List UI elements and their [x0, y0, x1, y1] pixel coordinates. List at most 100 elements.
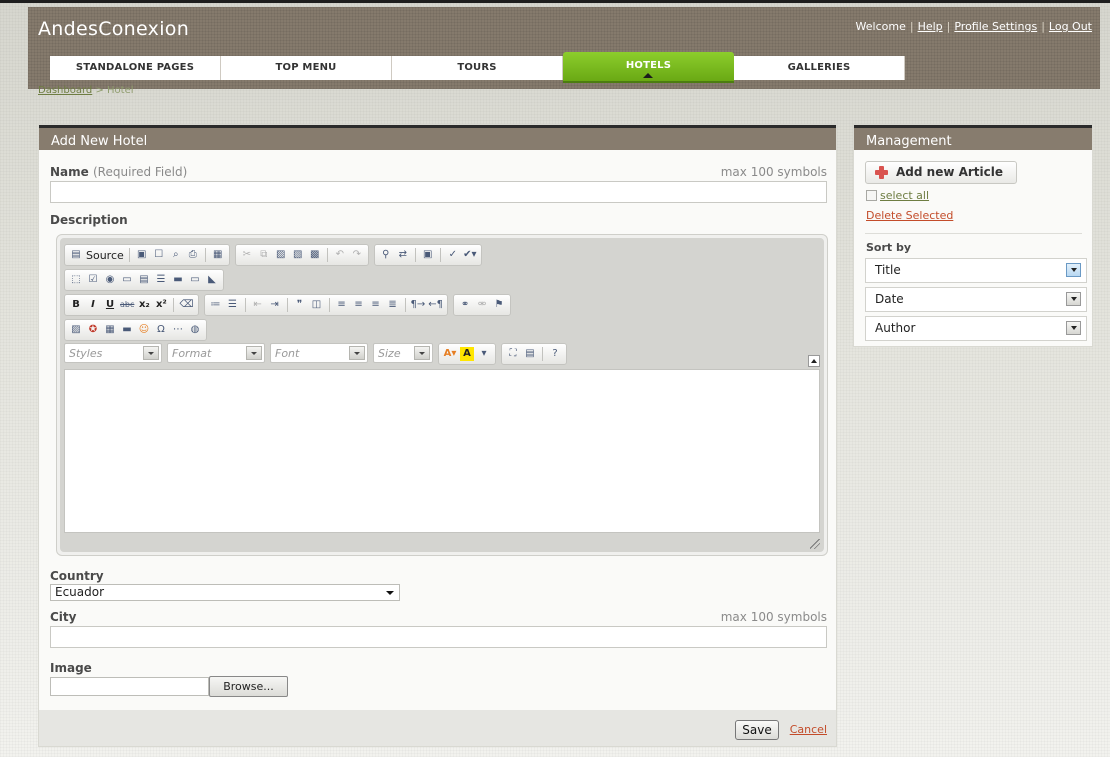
- indent-icon[interactable]: ⇥: [268, 298, 282, 312]
- paste-text-icon[interactable]: ▧: [291, 248, 305, 262]
- text-color-icon[interactable]: A▾: [443, 347, 457, 361]
- help-link[interactable]: Help: [918, 20, 943, 33]
- breadcrumb-dashboard-link[interactable]: Dashboard: [38, 85, 92, 96]
- bulleted-list-icon[interactable]: ☰: [226, 298, 240, 312]
- radio-icon[interactable]: ◉: [103, 273, 117, 287]
- italic-icon[interactable]: I: [86, 298, 100, 312]
- blockquote-icon[interactable]: ❞: [293, 298, 307, 312]
- add-article-button[interactable]: Add new Article: [865, 161, 1017, 184]
- image-icon[interactable]: ▨: [69, 323, 83, 337]
- sort-title-select[interactable]: Title: [865, 258, 1087, 283]
- spellcheck-icon[interactable]: ✓: [446, 248, 460, 262]
- smiley-icon[interactable]: ☺: [137, 323, 151, 337]
- button-field-icon[interactable]: ▬: [171, 273, 185, 287]
- replace-icon[interactable]: ⇄: [396, 248, 410, 262]
- bg-color-dropdown-icon[interactable]: ▾: [477, 347, 491, 361]
- underline-icon[interactable]: U: [103, 298, 117, 312]
- subscript-icon[interactable]: x₂: [137, 298, 151, 312]
- cut-icon[interactable]: ✂: [240, 248, 254, 262]
- select-all-link[interactable]: select all: [880, 189, 929, 202]
- table-icon[interactable]: ▦: [103, 323, 117, 337]
- page-break-icon[interactable]: ⋯: [171, 323, 185, 337]
- about-icon[interactable]: ?: [548, 347, 562, 361]
- undo-icon[interactable]: ↶: [333, 248, 347, 262]
- superscript-icon[interactable]: x²: [154, 298, 168, 312]
- maximize-icon[interactable]: ⛶: [506, 347, 520, 361]
- cancel-link[interactable]: Cancel: [790, 723, 827, 736]
- form-icon[interactable]: ⬚: [69, 273, 83, 287]
- country-select[interactable]: Ecuador: [50, 584, 400, 601]
- save-button[interactable]: Save: [735, 720, 779, 740]
- sort-option-author: Author: [875, 321, 916, 335]
- paste-word-icon[interactable]: ▩: [308, 248, 322, 262]
- select-all-checkbox[interactable]: [866, 190, 877, 201]
- image-label: Image: [50, 661, 92, 675]
- tab-standalone-pages[interactable]: STANDALONE PAGES: [50, 56, 221, 80]
- preview-icon[interactable]: ⌕: [169, 248, 183, 262]
- tab-tours[interactable]: TOURS: [392, 56, 563, 80]
- tab-top-menu[interactable]: TOP MENU: [221, 56, 392, 80]
- text-field-icon[interactable]: ▭: [120, 273, 134, 287]
- chevron-down-icon: [1066, 263, 1081, 277]
- resize-grip-icon[interactable]: [810, 539, 820, 549]
- select-field-icon[interactable]: ☰: [154, 273, 168, 287]
- app-logo[interactable]: AndesConexion: [38, 18, 189, 40]
- ltr-icon[interactable]: ¶→: [411, 298, 426, 312]
- save-doc-icon[interactable]: ▣: [135, 248, 149, 262]
- iframe-icon[interactable]: ◍: [188, 323, 202, 337]
- sort-author-select[interactable]: Author: [865, 316, 1087, 341]
- numbered-list-icon[interactable]: ≔: [209, 298, 223, 312]
- flash-icon[interactable]: ✪: [86, 323, 100, 337]
- name-input[interactable]: [50, 181, 827, 203]
- collapse-toolbar-icon[interactable]: [808, 355, 820, 367]
- image-file-input[interactable]: [50, 677, 209, 696]
- size-combo[interactable]: Size: [373, 343, 433, 363]
- browse-button[interactable]: Browse...: [209, 676, 288, 697]
- link-icon[interactable]: ⚭: [458, 298, 472, 312]
- format-combo[interactable]: Format: [167, 343, 265, 363]
- align-left-icon[interactable]: ≡: [335, 298, 349, 312]
- anchor-icon[interactable]: ⚑: [492, 298, 506, 312]
- paste-icon[interactable]: ▨: [274, 248, 288, 262]
- remove-format-icon[interactable]: ⌫: [179, 298, 193, 312]
- horizontal-rule-icon[interactable]: ▬: [120, 323, 134, 337]
- align-justify-icon[interactable]: ≣: [386, 298, 400, 312]
- new-page-icon[interactable]: ☐: [152, 248, 166, 262]
- textarea-icon[interactable]: ▤: [137, 273, 151, 287]
- print-icon[interactable]: ⎙: [186, 248, 200, 262]
- font-combo[interactable]: Font: [270, 343, 368, 363]
- sort-date-select[interactable]: Date: [865, 287, 1087, 312]
- select-all-icon[interactable]: ▣: [421, 248, 435, 262]
- find-icon[interactable]: ⚲: [379, 248, 393, 262]
- image-button-icon[interactable]: ▭: [188, 273, 202, 287]
- styles-combo[interactable]: Styles: [64, 343, 162, 363]
- align-right-icon[interactable]: ≡: [369, 298, 383, 312]
- strike-icon[interactable]: abc: [120, 298, 134, 312]
- special-char-icon[interactable]: Ω: [154, 323, 168, 337]
- tab-galleries[interactable]: GALLERIES: [734, 56, 905, 80]
- toolbar-group-clipboard: ✂ ⧉ ▨ ▧ ▩ ↶ ↷: [234, 244, 369, 266]
- profile-settings-link[interactable]: Profile Settings: [954, 20, 1037, 33]
- align-center-icon[interactable]: ≡: [352, 298, 366, 312]
- delete-selected-link[interactable]: Delete Selected: [866, 209, 953, 222]
- toolbar-group-forms: ⬚ ☑ ◉ ▭ ▤ ☰ ▬ ▭ ◣: [64, 269, 224, 291]
- unlink-icon[interactable]: ⚮: [475, 298, 489, 312]
- checkbox-icon[interactable]: ☑: [86, 273, 100, 287]
- spellcheck-as-you-type-icon[interactable]: ✔▾: [463, 248, 477, 262]
- tab-hotels[interactable]: HOTELS: [563, 52, 734, 83]
- editor-content-area[interactable]: [64, 369, 820, 533]
- hidden-field-icon[interactable]: ◣: [205, 273, 219, 287]
- bg-color-icon[interactable]: A: [460, 347, 474, 361]
- outdent-icon[interactable]: ⇤: [251, 298, 265, 312]
- source-button[interactable]: Source: [86, 249, 124, 262]
- rtl-icon[interactable]: ←¶: [428, 298, 443, 312]
- toolbar-separator: [244, 298, 246, 312]
- div-container-icon[interactable]: ◫: [310, 298, 324, 312]
- redo-icon[interactable]: ↷: [350, 248, 364, 262]
- city-input[interactable]: [50, 626, 827, 648]
- show-blocks-icon[interactable]: ▤: [523, 347, 537, 361]
- logout-link[interactable]: Log Out: [1049, 20, 1092, 33]
- bold-icon[interactable]: B: [69, 298, 83, 312]
- templates-icon[interactable]: ▦: [211, 248, 225, 262]
- copy-icon[interactable]: ⧉: [257, 248, 271, 262]
